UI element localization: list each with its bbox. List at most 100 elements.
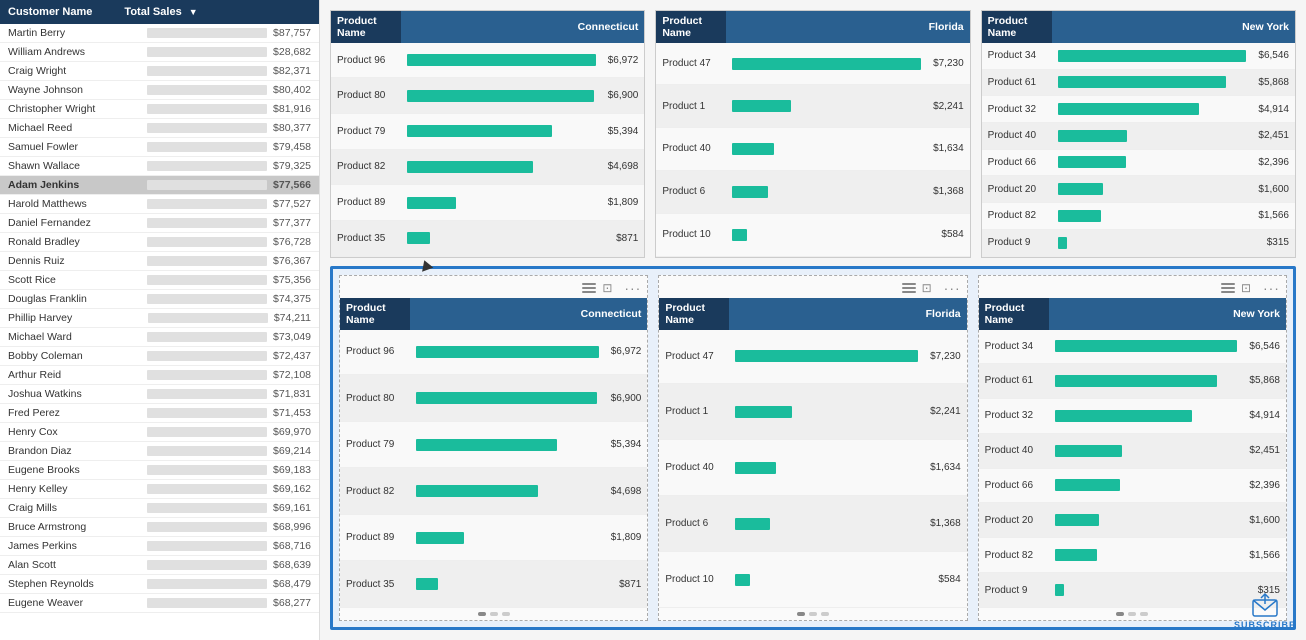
table-row[interactable]: James Perkins $68,716 <box>0 537 319 556</box>
table-row[interactable]: Arthur Reid $72,108 <box>0 366 319 385</box>
table-row[interactable]: Joshua Watkins $71,831 <box>0 385 319 404</box>
chart-table-newyork-top: Product Name New York Product 34 $6,546 … <box>982 11 1295 257</box>
table-row[interactable]: Craig Wright $82,371 <box>0 62 319 81</box>
bar-background <box>147 332 267 342</box>
scroll-dot <box>809 612 817 616</box>
table-row[interactable]: Douglas Franklin $74,375 <box>0 290 319 309</box>
bar-background <box>147 104 267 114</box>
value-cell: $5,868 <box>1243 363 1286 398</box>
table-row[interactable]: Stephen Reynolds $68,479 <box>0 575 319 594</box>
chart-row: Product 32 $4,914 <box>979 398 1286 433</box>
product-name-cell: Product 20 <box>979 503 1049 538</box>
table-row[interactable]: Henry Kelley $69,162 <box>0 480 319 499</box>
product-name-cell: Product 61 <box>979 363 1049 398</box>
bar-background <box>147 522 267 532</box>
chart-col-product: Product Name <box>340 298 410 330</box>
table-row[interactable]: Eugene Brooks $69,183 <box>0 461 319 480</box>
chart-row: Product 66 $2,396 <box>979 468 1286 503</box>
sales-bar-cell: $82,371 <box>116 62 319 81</box>
expand-icon[interactable]: ⊡ <box>922 281 938 295</box>
customer-name-cell: Dennis Ruiz <box>0 252 116 271</box>
bar-background <box>147 560 267 570</box>
table-row[interactable]: Phillip Harvey $74,211 <box>0 309 319 328</box>
table-row[interactable]: Craig Mills $69,161 <box>0 499 319 518</box>
table-row[interactable]: Eugene Weaver $68,277 <box>0 594 319 613</box>
chart-table-florida-bottom: Product Name Florida Product 47 $7,230 P… <box>659 298 966 609</box>
value-cell: $2,451 <box>1243 433 1286 468</box>
sales-bar-cell: $68,277 <box>116 594 319 613</box>
more-options-icon[interactable]: ··· <box>624 280 641 296</box>
table-row[interactable]: Michael Reed $80,377 <box>0 119 319 138</box>
table-row[interactable]: Martin Berry $87,757 <box>0 24 319 43</box>
table-row[interactable]: Dennis Ruiz $76,367 <box>0 252 319 271</box>
expand-icon[interactable]: ⊡ <box>1241 281 1257 295</box>
chart-bar <box>1058 237 1067 249</box>
sales-bar-cell: $81,916 <box>116 100 319 119</box>
lines-icon[interactable] <box>902 283 916 293</box>
bar-cell <box>1049 363 1244 398</box>
table-row[interactable]: William Andrews $28,682 <box>0 43 319 62</box>
table-row[interactable]: Wayne Johnson $80,402 <box>0 81 319 100</box>
col-total-sales[interactable]: Total Sales ▼ <box>116 0 319 24</box>
scroll-dot <box>490 612 498 616</box>
product-name-cell: Product 9 <box>979 573 1049 608</box>
chart-col-product: Product Name <box>979 298 1049 330</box>
bar-background <box>147 218 267 228</box>
bar-cell <box>410 375 605 422</box>
more-options-icon[interactable]: ··· <box>1263 280 1280 296</box>
bar-background <box>147 408 267 418</box>
product-name-cell: Product 96 <box>331 43 401 78</box>
col-customer-name[interactable]: Customer Name <box>0 0 116 24</box>
value-cell: $2,241 <box>924 384 967 440</box>
bar-background <box>147 256 267 266</box>
chart-bar <box>1058 156 1126 168</box>
customer-name-cell: Harold Matthews <box>0 195 116 214</box>
table-row[interactable]: Michael Ward $73,049 <box>0 328 319 347</box>
chart-row: Product 82 $4,698 <box>340 468 647 515</box>
scroll-dot <box>1116 612 1124 616</box>
table-row[interactable]: Shawn Wallace $79,325 <box>0 157 319 176</box>
sales-bar-cell: $28,682 <box>116 43 319 62</box>
expand-icon[interactable]: ⊡ <box>602 281 618 295</box>
value-cell: $871 <box>602 220 645 256</box>
table-row[interactable]: Adam Jenkins $77,566 <box>0 176 319 195</box>
bar-background <box>147 503 267 513</box>
table-row[interactable]: Fred Perez $71,453 <box>0 404 319 423</box>
table-row[interactable]: Bruce Armstrong $68,996 <box>0 518 319 537</box>
table-row[interactable]: Scott Rice $75,356 <box>0 271 319 290</box>
lines-icon[interactable] <box>1221 283 1235 293</box>
table-row[interactable]: Brandon Diaz $69,214 <box>0 442 319 461</box>
lines-icon[interactable] <box>582 283 596 293</box>
chart-col-value: Florida <box>729 298 966 330</box>
table-row[interactable]: Samuel Fowler $79,458 <box>0 138 319 157</box>
customer-name-cell: Michael Ward <box>0 328 116 347</box>
bar-cell <box>729 552 924 608</box>
more-options-icon[interactable]: ··· <box>944 280 961 296</box>
chart-bar <box>1058 103 1200 115</box>
table-row[interactable]: Harold Matthews $77,527 <box>0 195 319 214</box>
table-row[interactable]: Christopher Wright $81,916 <box>0 100 319 119</box>
chart-bar <box>1055 375 1218 387</box>
chart-bar <box>407 161 533 173</box>
product-name-cell: Product 82 <box>340 468 410 515</box>
value-cell: $7,230 <box>924 330 967 384</box>
value-cell: $6,900 <box>605 375 648 422</box>
product-name-cell: Product 40 <box>979 433 1049 468</box>
table-row[interactable]: Ronald Bradley $76,728 <box>0 233 319 252</box>
chart-bar <box>732 100 791 112</box>
sales-bar-cell: $76,367 <box>116 252 319 271</box>
bar-background <box>147 275 267 285</box>
table-row[interactable]: Henry Cox $69,970 <box>0 423 319 442</box>
table-row[interactable]: Alan Scott $68,639 <box>0 556 319 575</box>
customer-name-cell: Scott Rice <box>0 271 116 290</box>
table-row[interactable]: Bobby Coleman $72,437 <box>0 347 319 366</box>
chart-row: Product 79 $5,394 <box>331 113 644 149</box>
value-cell: $1,634 <box>924 440 967 496</box>
chart-bar <box>735 406 792 418</box>
subscribe-button[interactable]: SUBSCRIBE <box>1234 592 1296 630</box>
customer-name-cell: Adam Jenkins <box>0 176 116 195</box>
scroll-dot <box>502 612 510 616</box>
customer-name-cell: Christopher Wright <box>0 100 116 119</box>
bar-cell <box>1052 229 1253 256</box>
table-row[interactable]: Daniel Fernandez $77,377 <box>0 214 319 233</box>
